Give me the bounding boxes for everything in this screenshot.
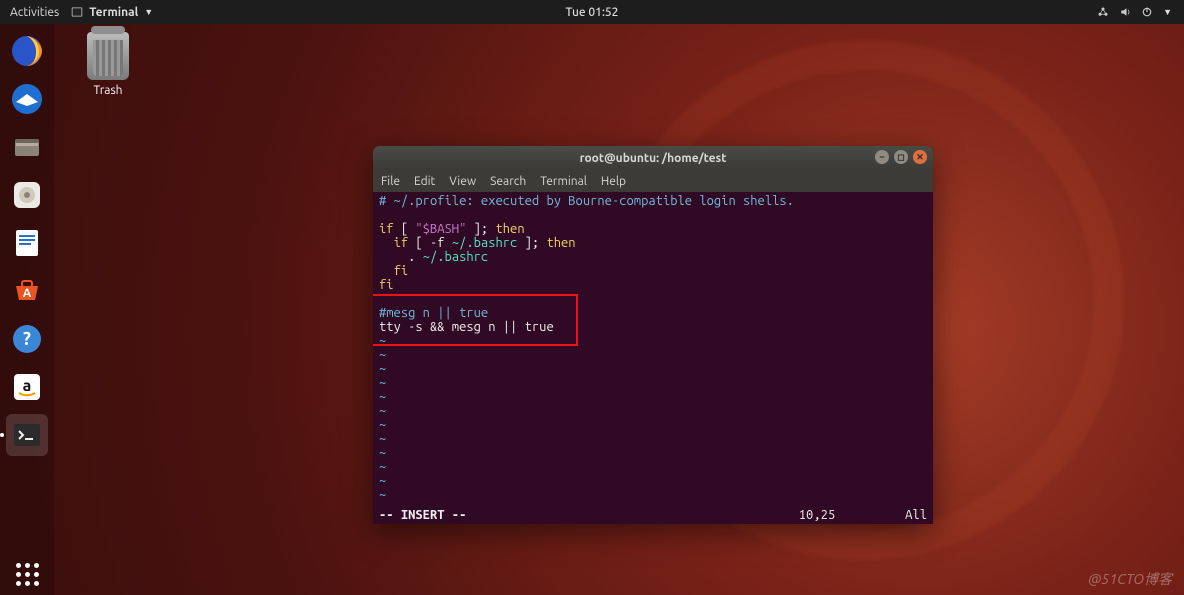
editor-empty-line: ~ [379, 474, 927, 488]
dock-firefox[interactable] [6, 30, 48, 72]
editor-empty-line: ~ [379, 334, 927, 348]
editor-empty-line: ~ [379, 404, 927, 418]
svg-text:A: A [23, 287, 32, 300]
svg-text:?: ? [23, 329, 31, 349]
power-icon [1141, 6, 1153, 18]
dock: A ? a [0, 24, 54, 595]
editor-empty-line: ~ [379, 502, 927, 508]
volume-icon [1119, 6, 1131, 18]
network-icon [1097, 6, 1109, 18]
chevron-down-icon: ▼ [1163, 7, 1172, 17]
topbar-status-area[interactable]: ▼ [1097, 6, 1184, 18]
terminal-window: root@ubuntu: /home/test – ◻ ✕ File Edit … [373, 146, 933, 524]
desktop-trash-label: Trash [78, 84, 138, 97]
editor-line: if [ "$BASH" ]; then [379, 222, 927, 236]
topbar-app-label: Terminal [89, 6, 138, 19]
editor-empty-line: ~ [379, 348, 927, 362]
editor-line: fi [379, 264, 927, 278]
vim-mode: -- INSERT -- [379, 508, 466, 522]
menu-edit[interactable]: Edit [414, 175, 435, 188]
gnome-topbar: Activities Terminal ▼ Tue 01:52 ▼ [0, 0, 1184, 24]
amazon-icon: a [10, 370, 44, 404]
editor-empty-line: ~ [379, 376, 927, 390]
dock-amazon[interactable]: a [6, 366, 48, 408]
dock-files[interactable] [6, 126, 48, 168]
editor-empty-line: ~ [379, 362, 927, 376]
editor-line: . ~/.bashrc [379, 250, 927, 264]
terminal-editor-area[interactable]: # ~/.profile: executed by Bourne-compati… [373, 192, 933, 508]
window-close-button[interactable]: ✕ [913, 150, 927, 164]
files-icon [10, 130, 44, 164]
window-maximize-button[interactable]: ◻ [894, 150, 908, 164]
dock-terminal[interactable] [6, 414, 48, 456]
editor-empty-line: ~ [379, 390, 927, 404]
watermark: @51CTO博客 [1088, 569, 1172, 589]
desktop-trash[interactable]: Trash [78, 32, 138, 97]
terminal-menubar: File Edit View Search Terminal Help [373, 170, 933, 192]
editor-line [379, 292, 927, 306]
vim-scroll-pos: All [905, 508, 927, 522]
topbar-app-menu[interactable]: Terminal ▼ [71, 6, 153, 19]
editor-empty-line: ~ [379, 432, 927, 446]
menu-search[interactable]: Search [490, 175, 526, 188]
terminal-icon [71, 6, 83, 18]
software-icon: A [10, 274, 44, 308]
dock-thunderbird[interactable] [6, 78, 48, 120]
dock-help[interactable]: ? [6, 318, 48, 360]
editor-line: # ~/.profile: executed by Bourne-compati… [379, 194, 927, 208]
editor-line: tty -s && mesg n || true [379, 320, 927, 334]
rhythmbox-icon [10, 178, 44, 212]
activities-button[interactable]: Activities [10, 6, 59, 19]
firefox-icon [10, 34, 44, 68]
dock-rhythmbox[interactable] [6, 174, 48, 216]
editor-line: #mesg n || true [379, 306, 927, 320]
menu-view[interactable]: View [449, 175, 476, 188]
menu-help[interactable]: Help [601, 175, 626, 188]
editor-line [379, 208, 927, 222]
editor-line: fi [379, 278, 927, 292]
window-titlebar[interactable]: root@ubuntu: /home/test – ◻ ✕ [373, 146, 933, 170]
editor-empty-line: ~ [379, 460, 927, 474]
svg-text:a: a [23, 377, 32, 395]
writer-icon [10, 226, 44, 260]
dock-software[interactable]: A [6, 270, 48, 312]
menu-terminal[interactable]: Terminal [540, 175, 587, 188]
window-minimize-button[interactable]: – [875, 150, 889, 164]
editor-empty-line: ~ [379, 446, 927, 460]
editor-empty-line: ~ [379, 418, 927, 432]
thunderbird-icon [10, 82, 44, 116]
show-applications[interactable] [6, 553, 48, 595]
terminal-icon [10, 418, 44, 452]
window-title: root@ubuntu: /home/test [580, 152, 727, 165]
editor-line: if [ -f ~/.bashrc ]; then [379, 236, 927, 250]
chevron-down-icon: ▼ [144, 7, 153, 17]
menu-file[interactable]: File [381, 175, 400, 188]
apps-grid-icon [16, 563, 39, 586]
help-icon: ? [10, 322, 44, 356]
vim-status-line: -- INSERT -- 10,25 All [373, 508, 933, 524]
dock-libreoffice[interactable] [6, 222, 48, 264]
editor-empty-line: ~ [379, 488, 927, 502]
vim-cursor-pos: 10,25 [799, 508, 835, 522]
trash-icon [87, 32, 129, 80]
topbar-clock[interactable]: Tue 01:52 [566, 6, 619, 19]
